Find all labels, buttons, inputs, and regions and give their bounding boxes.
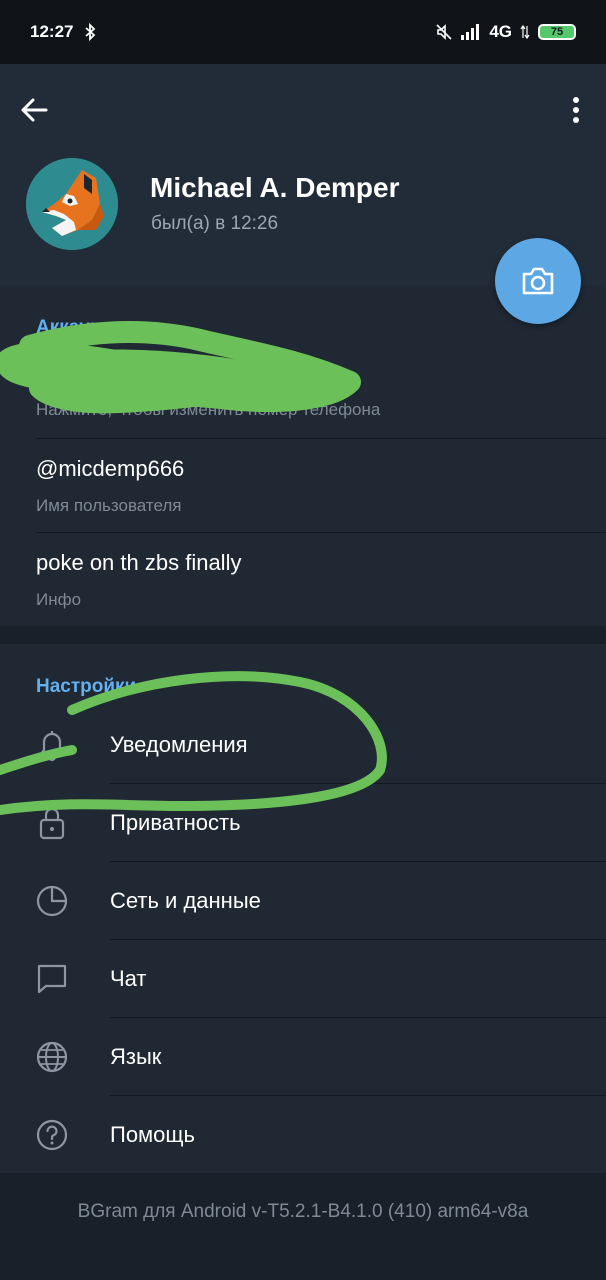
signal-icon [461,24,480,40]
settings-item-label: Помощь [110,1122,195,1147]
battery-indicator: 75 [538,24,576,40]
status-right-group: 4G 75 [435,22,576,42]
username-item[interactable]: @micdemp666 Имя пользователя [0,438,606,532]
mute-icon [436,24,452,40]
username-value: @micdemp666 [36,456,185,481]
settings-item-chat[interactable]: Чат [0,940,606,1018]
settings-item-label: Приватность [110,810,241,835]
more-options-button[interactable] [568,90,584,130]
battery-level: 75 [550,26,564,38]
settings-item-help[interactable]: Помощь [0,1096,606,1174]
settings-item-label: Уведомления [110,732,248,757]
chat-icon [34,961,70,997]
account-section: Аккаунт Нажмите, чтобы изменить номер те… [0,286,606,626]
bio-label: Инфо [36,590,82,609]
settings-section: Настройки Уведомления Приватность Сеть и… [0,644,606,1173]
footer: BGram для Android v-T5.2.1-B4.1.0 (410) … [0,1173,606,1280]
app-version: BGram для Android v-T5.2.1-B4.1.0 (410) … [77,1201,529,1222]
set-photo-button[interactable] [495,238,581,324]
settings-item-language[interactable]: Язык [0,1018,606,1096]
network-type: 4G [489,22,512,41]
status-time-group: 12:27 [30,22,97,42]
bio-item[interactable]: poke on th zbs finally Инфо [0,532,606,626]
arrow-back-icon [21,98,48,122]
settings-section-title: Настройки [36,676,137,697]
phone-item[interactable]: Нажмите, чтобы изменить номер телефона [0,342,606,436]
account-section-title: Аккаунт [36,317,111,338]
settings-item-label: Сеть и данные [110,888,261,913]
bell-icon [34,727,70,763]
status-bar: 12:27 4G 75 [0,0,606,64]
more-vertical-icon [573,97,579,123]
settings-item-privacy[interactable]: Приватность [0,784,606,862]
data-usage-icon [34,883,70,919]
settings-item-notifications[interactable]: Уведомления [0,706,606,784]
lock-icon [34,805,70,841]
camera-icon [522,267,554,295]
help-icon [34,1117,70,1153]
settings-item-label: Язык [110,1044,162,1069]
profile-name: Michael A. Demper [150,172,400,203]
profile-last-seen: был(а) в 12:26 [151,213,279,234]
bio-value: poke on th zbs finally [36,550,242,575]
fox-avatar-icon [26,158,118,250]
avatar[interactable] [26,158,118,250]
globe-icon [34,1039,70,1075]
status-time: 12:27 [30,22,74,41]
settings-item-data[interactable]: Сеть и данные [0,862,606,940]
settings-item-label: Чат [110,966,147,991]
phone-hint: Нажмите, чтобы изменить номер телефона [36,400,381,419]
back-button[interactable] [14,90,54,130]
username-label: Имя пользователя [36,496,182,515]
bluetooth-icon [85,23,96,41]
data-arrows-icon [520,24,530,40]
